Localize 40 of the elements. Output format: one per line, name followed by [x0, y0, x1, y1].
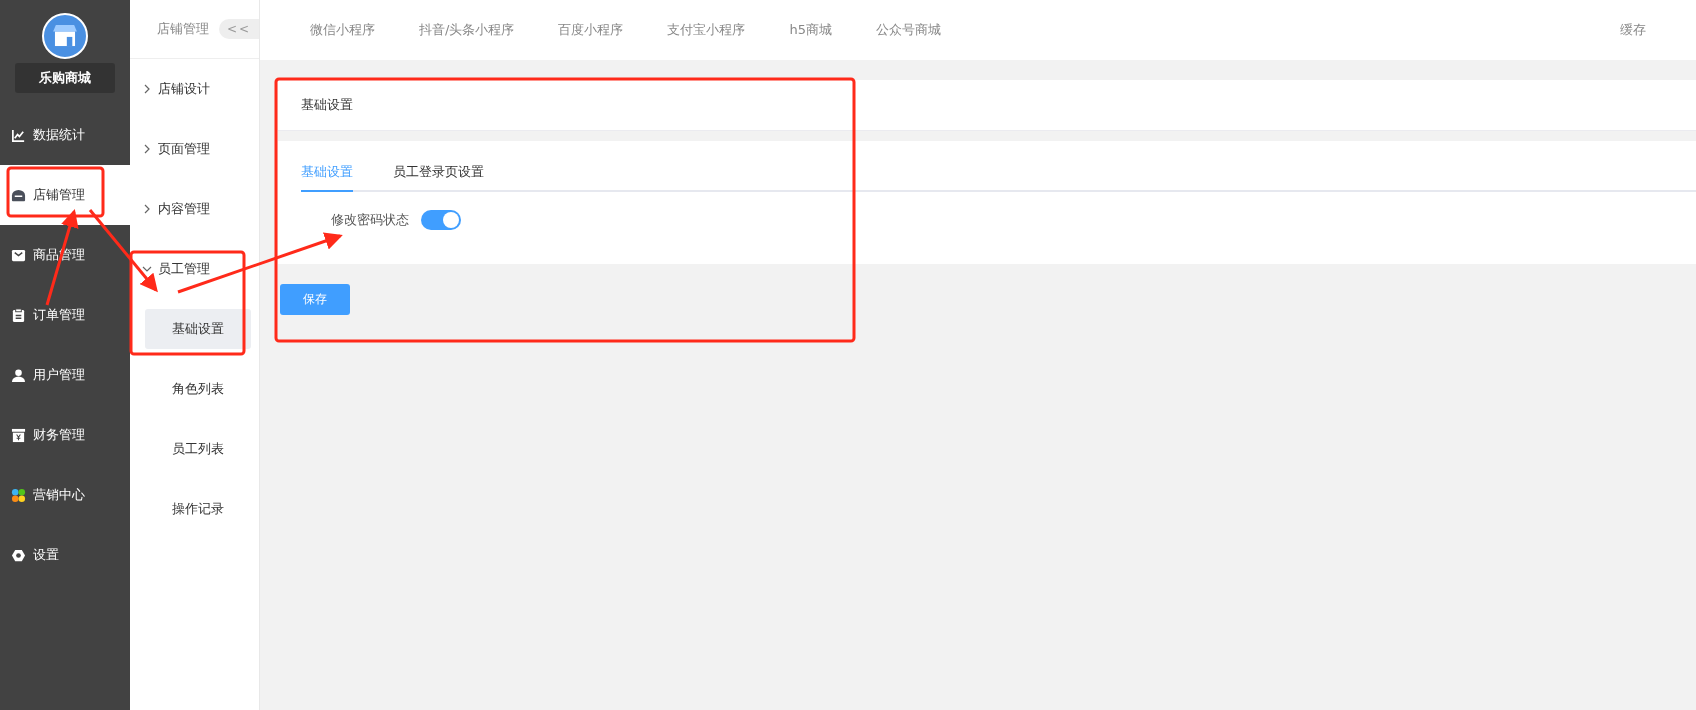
user-icon	[11, 367, 26, 383]
toggle-switch[interactable]	[421, 210, 461, 230]
settings-icon	[11, 547, 26, 563]
platform-tab[interactable]: 抖音/头条小程序	[419, 21, 515, 39]
sidebar-item[interactable]: 数据统计	[0, 105, 130, 165]
platform-tab[interactable]: 公众号商城	[875, 21, 941, 39]
platform-tab[interactable]: 支付宝小程序	[667, 21, 746, 39]
sidebar-item[interactable]: 设置	[0, 525, 130, 585]
submenu-item[interactable]: 基础设置	[145, 309, 251, 349]
sidebar-item[interactable]: 订单管理	[0, 285, 130, 345]
sidebar-item[interactable]: 财务管理	[0, 405, 130, 465]
store-logo-icon	[42, 13, 88, 59]
submenu-item[interactable]: 员工列表	[145, 429, 251, 469]
sidebar-item[interactable]: 营销中心	[0, 465, 130, 525]
clipboard-icon	[11, 307, 26, 323]
submenu-item[interactable]: 店铺设计	[130, 59, 259, 119]
chevron-right-icon	[142, 204, 152, 214]
submenu-item[interactable]: 内容管理	[130, 179, 259, 239]
panel-title: 基础设置	[278, 80, 1696, 131]
field-label: 修改密码状态	[331, 211, 409, 229]
tab[interactable]: 员工登录页设置	[393, 159, 484, 192]
chart-icon	[11, 127, 26, 143]
brand-name: 乐购商城	[15, 63, 115, 93]
chevron-down-icon	[142, 264, 152, 274]
wallet-icon	[11, 427, 26, 443]
platform-tab[interactable]: h5商城	[789, 21, 832, 39]
platform-tab[interactable]: 微信小程序	[310, 21, 375, 39]
envelope-icon	[11, 247, 26, 263]
section-title: 店铺管理	[157, 20, 209, 38]
submenu-item[interactable]: 页面管理	[130, 119, 259, 179]
cache-link[interactable]: 缓存	[1620, 21, 1646, 39]
store-icon	[11, 187, 26, 203]
submenu-item[interactable]: 员工管理	[130, 239, 259, 299]
sidebar-item[interactable]: 用户管理	[0, 345, 130, 405]
platform-tab[interactable]: 百度小程序	[558, 21, 624, 39]
chevron-right-icon	[142, 144, 152, 154]
submenu-item[interactable]: 操作记录	[145, 489, 251, 529]
chevron-right-icon	[142, 84, 152, 94]
petals-icon	[11, 487, 26, 503]
submenu-item[interactable]: 角色列表	[145, 369, 251, 409]
